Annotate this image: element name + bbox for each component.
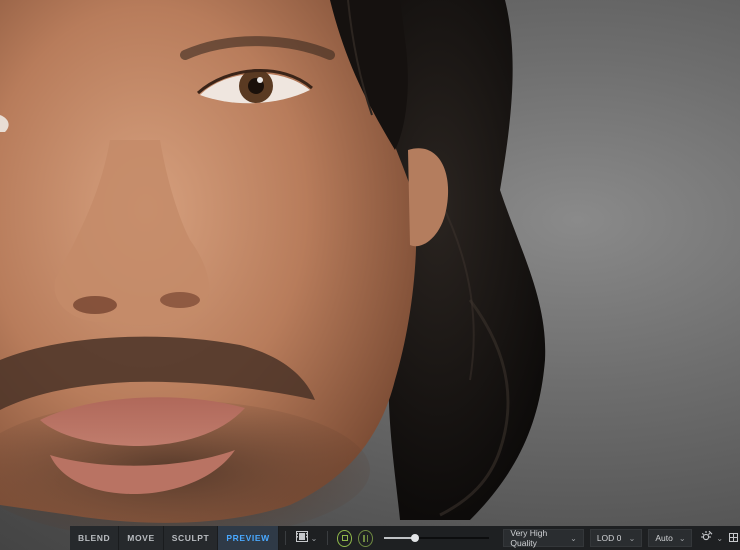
mode-sculpt-button[interactable]: SCULPT [163,526,219,550]
character-render [0,0,546,540]
timeline-slider[interactable] [384,526,490,550]
lod-dropdown[interactable]: LOD 0 ⌄ [589,529,643,547]
toolbar-divider [327,531,329,545]
mode-preview-button[interactable]: PREVIEW [218,526,279,550]
grid-layout-icon [729,529,739,547]
auto-dropdown[interactable]: Auto ⌄ [648,529,693,547]
mode-blend-button[interactable]: BLEND [70,526,120,550]
chevron-down-icon: ⌄ [678,533,686,543]
chevron-down-icon: ⌄ [570,533,577,543]
pause-button[interactable] [358,529,374,547]
film-camera-icon [295,529,308,547]
auto-value: Auto [655,533,673,543]
mode-tabs: BLEND MOVE SCULPT PREVIEW [70,526,279,550]
quality-dropdown[interactable]: Very High Quality ⌄ [503,528,584,548]
mode-move-button[interactable]: MOVE [119,526,164,550]
stop-icon [341,535,348,541]
character-viewport[interactable] [0,0,740,550]
lod-value: LOD 0 [596,533,622,543]
chevron-down-icon: ⌄ [628,533,636,543]
viewport-toolbar: BLEND MOVE SCULPT PREVIEW ⌄ Very High Qu… [70,526,740,550]
viewport-layout-button[interactable] [727,526,740,550]
stop-button[interactable] [337,529,353,547]
light-settings-icon [700,529,713,547]
camera-menu-button[interactable]: ⌄ [292,526,322,550]
chevron-down-icon: ⌄ [716,533,724,543]
chevron-down-icon: ⌄ [310,533,318,543]
lighting-menu-button[interactable]: ⌄ [696,526,727,550]
quality-value: Very High Quality [510,528,548,548]
timeline-thumb[interactable] [410,534,419,542]
toolbar-divider [284,531,286,545]
pause-icon [363,534,369,542]
